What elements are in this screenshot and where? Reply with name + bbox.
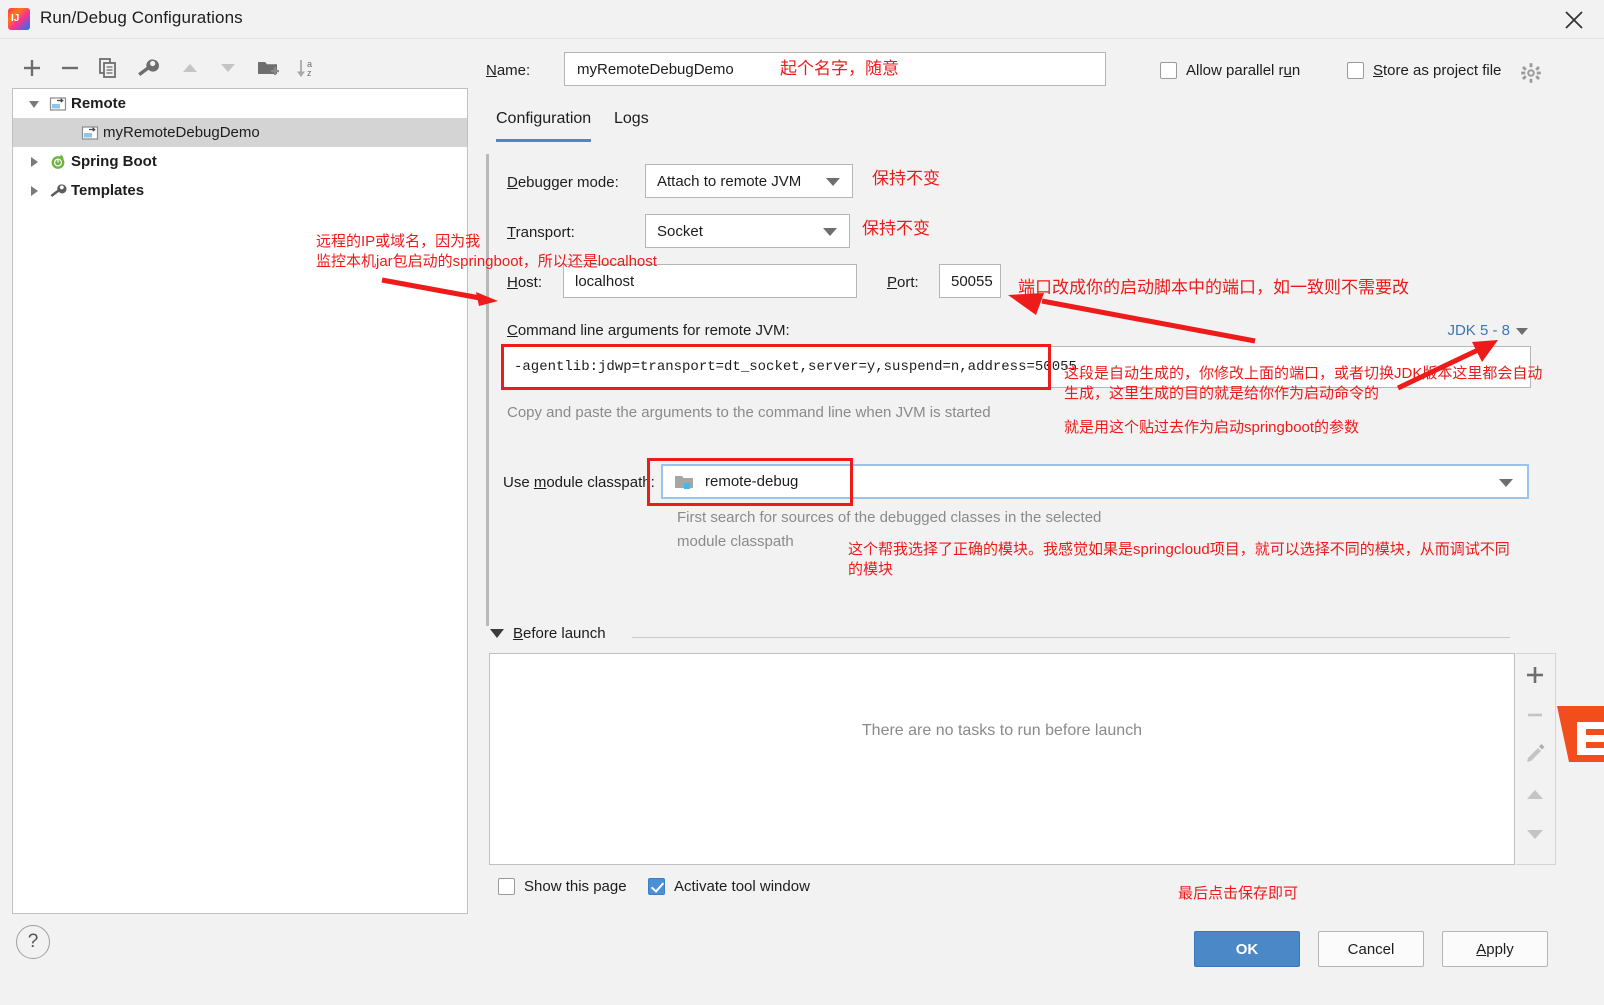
jdk-version-selector[interactable]: JDK 5 - 8 <box>1447 322 1528 339</box>
remote-config-icon <box>45 95 71 113</box>
before-launch-header[interactable]: Before launch <box>490 625 606 642</box>
annotation-transport: 保持不变 <box>862 219 930 238</box>
jdk-version-label: JDK 5 - 8 <box>1447 322 1510 339</box>
chevron-down-icon <box>823 228 837 236</box>
remote-config-icon <box>77 124 103 142</box>
move-task-down-button[interactable] <box>1520 820 1552 852</box>
collapse-arrow-icon[interactable] <box>23 155 45 169</box>
ok-button[interactable]: OK <box>1194 931 1300 967</box>
port-label: Port: <box>887 274 919 291</box>
before-launch-task-list[interactable]: There are no tasks to run before launch <box>489 653 1515 865</box>
tab-logs[interactable]: Logs <box>614 110 649 138</box>
window-title: Run/Debug Configurations <box>40 8 243 27</box>
title-bar: Run/Debug Configurations <box>0 0 1604 39</box>
tree-item-myremotedebugdemo[interactable]: myRemoteDebugDemo <box>13 118 467 147</box>
sort-alphabetically-button[interactable]: a z <box>290 52 322 84</box>
debugger-mode-value: Attach to remote JVM <box>657 172 802 190</box>
annotation-name: 起个名字，随意 <box>780 59 899 78</box>
tree-item-remote[interactable]: Remote <box>13 89 467 118</box>
wrench-icon <box>45 182 71 200</box>
name-input-value: myRemoteDebugDemo <box>577 60 734 78</box>
configurations-tree: Remote myRemoteDebugDemo Spring Boot Tem… <box>12 88 468 914</box>
tree-item-label: Templates <box>71 182 145 199</box>
remove-configuration-button[interactable] <box>54 52 86 84</box>
annotation-host: 远程的IP或域名，因为我 监控本机jar包启动的springboot，所以还是l… <box>316 233 657 271</box>
help-button[interactable]: ? <box>16 925 50 959</box>
chevron-down-icon <box>1499 478 1513 487</box>
tree-item-spring-boot[interactable]: Spring Boot <box>13 147 467 176</box>
name-label: Name: <box>486 62 531 79</box>
module-classpath-hint-line2: module classpath <box>677 533 794 550</box>
close-icon[interactable] <box>1558 4 1590 34</box>
host-value: localhost <box>575 272 635 290</box>
annotation-port: 端口改成你的启动脚本中的端口，如一致则不需要改 <box>1018 278 1409 297</box>
apply-button[interactable]: Apply <box>1442 931 1548 967</box>
tree-item-label: Spring Boot <box>71 153 157 170</box>
tree-item-label: myRemoteDebugDemo <box>103 124 260 141</box>
before-launch-title: Before launch <box>513 625 606 642</box>
show-this-page-checkbox[interactable]: Show this page <box>498 878 627 895</box>
new-folder-button[interactable] <box>252 52 284 84</box>
copy-configuration-button[interactable] <box>92 52 124 84</box>
before-launch-empty-text: There are no tasks to run before launch <box>861 722 1143 739</box>
add-configuration-button[interactable] <box>16 52 48 84</box>
editor-tabs: Configuration Logs <box>486 110 1546 148</box>
move-down-button[interactable] <box>212 52 244 84</box>
before-launch-divider <box>632 637 1510 638</box>
host-label: Host: <box>507 274 543 291</box>
port-value: 50055 <box>951 272 993 290</box>
intellij-idea-logo-icon <box>8 8 30 30</box>
svg-text:z: z <box>307 68 312 78</box>
tree-item-label: Remote <box>71 95 127 112</box>
checkbox-box <box>648 878 665 895</box>
gear-icon[interactable] <box>1520 62 1542 88</box>
annotation-save: 最后点击保存即可 <box>1178 885 1299 902</box>
module-icon <box>675 474 695 490</box>
chevron-down-icon <box>1516 327 1528 335</box>
triangle-down-icon[interactable] <box>490 629 504 638</box>
debugger-mode-select[interactable]: Attach to remote JVM <box>645 164 853 198</box>
module-classpath-label: Use module classpath: <box>503 474 655 491</box>
expand-arrow-icon[interactable] <box>23 97 45 111</box>
module-classpath-select[interactable]: remote-debug <box>661 464 1529 499</box>
allow-parallel-run-label: Allow parallel run <box>1186 62 1301 79</box>
command-line-value: -agentlib:jdwp=transport=dt_socket,serve… <box>514 359 1077 375</box>
wrench-icon[interactable] <box>132 52 164 84</box>
annotation-debugger-mode: 保持不变 <box>872 169 940 188</box>
command-line-label: Command line arguments for remote JVM: <box>507 322 790 339</box>
cancel-button[interactable]: Cancel <box>1318 931 1424 967</box>
configurations-toolbar: a z <box>12 52 472 86</box>
annotation-command-line: 这段是自动生成的，你修改上面的端口，或者切换JDK版本这里都会自动 生成，这里生… <box>1064 365 1543 403</box>
remove-task-button[interactable] <box>1520 700 1552 732</box>
add-task-button[interactable] <box>1520 660 1552 692</box>
tree-item-templates[interactable]: Templates <box>13 176 467 205</box>
partial-app-logo-icon <box>1551 700 1604 770</box>
pencil-icon[interactable] <box>1520 740 1552 772</box>
debugger-mode-label: Debugger mode: <box>507 174 619 191</box>
before-launch-toolbar <box>1516 653 1556 865</box>
spring-boot-icon <box>45 153 71 171</box>
module-classpath-value: remote-debug <box>705 473 799 490</box>
collapse-arrow-icon[interactable] <box>23 184 45 198</box>
store-as-project-file-checkbox[interactable]: Store as project file <box>1347 62 1501 79</box>
move-task-up-button[interactable] <box>1520 780 1552 812</box>
port-input[interactable]: 50055 <box>939 264 1001 298</box>
checkbox-box <box>498 878 515 895</box>
annotation-module: 这个帮我选择了正确的模块。我感觉如果是springcloud项目，就可以选择不同… <box>848 541 1510 579</box>
annotation-paste: 就是用这个贴过去作为启动springboot的参数 <box>1064 419 1360 436</box>
checkbox-box <box>1347 62 1364 79</box>
module-classpath-hint-line1: First search for sources of the debugged… <box>677 509 1102 526</box>
chevron-down-icon <box>826 178 840 186</box>
command-line-hint: Copy and paste the arguments to the comm… <box>507 404 991 421</box>
show-this-page-label: Show this page <box>524 878 627 895</box>
activate-tool-window-checkbox[interactable]: Activate tool window <box>648 878 810 895</box>
allow-parallel-run-checkbox[interactable]: Allow parallel run <box>1160 62 1300 79</box>
checkbox-box <box>1160 62 1177 79</box>
run-debug-configurations-dialog: Run/Debug Configurations <box>0 0 1604 1005</box>
move-up-button[interactable] <box>174 52 206 84</box>
tab-configuration[interactable]: Configuration <box>496 110 592 142</box>
store-as-project-file-label: Store as project file <box>1373 62 1502 79</box>
activate-tool-window-label: Activate tool window <box>674 878 810 895</box>
